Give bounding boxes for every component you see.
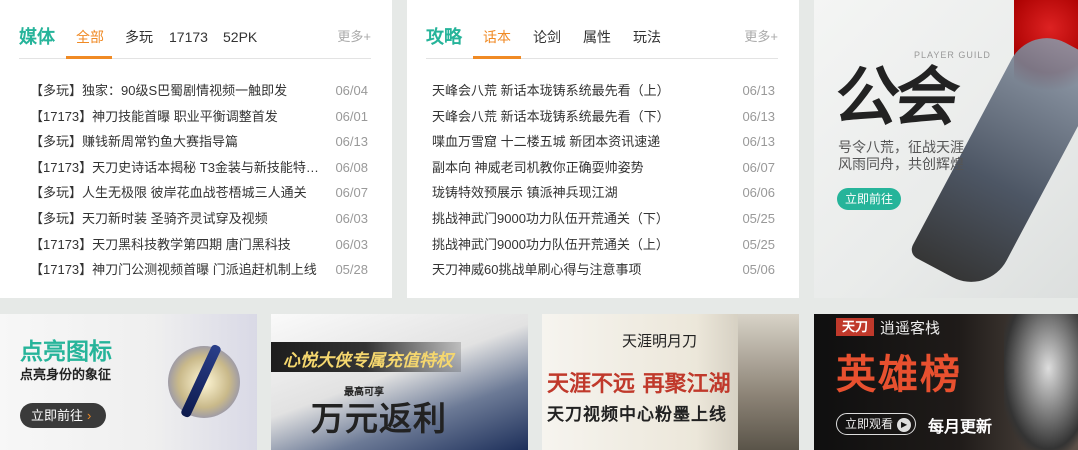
light-icon-subtitle: 点亮身份的象征 xyxy=(20,367,112,382)
guide-title: 攻略 xyxy=(426,27,462,47)
tab-attributes[interactable]: 属性 xyxy=(583,29,611,45)
media-panel: 媒体 全部 多玩 17173 52PK 更多+ 【多玩】独家：90级S巴蜀剧情视… xyxy=(0,0,392,298)
character-figure xyxy=(1004,314,1078,450)
news-title-link[interactable]: 【多玩】天刀新时装 圣骑齐灵试穿及视频 xyxy=(30,206,320,232)
watch-now-button[interactable]: 立即观看 ▶ xyxy=(836,413,916,435)
media-news-list: 【多玩】独家：90级S巴蜀剧情视频一触即发 06/04 【17173】神刀技能首曝 … xyxy=(30,78,368,283)
guild-slogan-2: 风雨同舟，共创辉煌 xyxy=(838,156,964,172)
news-title-link[interactable]: 【17173】天刀史诗话本揭秘 T3金装与新技能特… xyxy=(30,155,320,181)
list-item[interactable]: 【17173】神刀门公测视频首曝 门派追赶机制上线 05/28 xyxy=(30,257,368,283)
video-center-banner[interactable]: 天涯明月刀 天涯不远 再聚江湖 天刀视频中心粉墨上线 xyxy=(542,314,799,450)
news-date: 06/04 xyxy=(335,83,368,98)
news-date: 06/03 xyxy=(335,236,368,252)
news-title-link[interactable]: 天峰会八荒 新话本珑铸系统最先看（下） xyxy=(432,104,722,130)
tab-duowan[interactable]: 多玩 xyxy=(125,29,153,45)
play-icon: ▶ xyxy=(897,417,912,432)
tab-17173[interactable]: 17173 xyxy=(169,29,208,45)
news-title-link[interactable]: 【多玩】人生无极限 彼岸花血战苍梧城三人通关 xyxy=(30,180,320,206)
news-date: 06/08 xyxy=(335,159,368,175)
tab-all[interactable]: 全部 xyxy=(76,29,104,45)
news-date: 06/13 xyxy=(742,108,775,124)
news-date: 05/06 xyxy=(742,262,775,278)
news-date: 06/13 xyxy=(742,83,775,98)
news-date: 06/13 xyxy=(335,134,368,150)
character-figure xyxy=(738,314,799,450)
guide-more-link[interactable]: 更多+ xyxy=(744,29,778,45)
light-icon-title: 点亮图标 xyxy=(20,338,112,364)
news-date: 06/07 xyxy=(335,185,368,201)
news-title-link[interactable]: 【多玩】独家：90级S巴蜀剧情视频一触即发 xyxy=(30,78,320,104)
video-line-2: 天刀视频中心粉墨上线 xyxy=(547,405,727,425)
arrow-right-icon: › xyxy=(87,408,92,423)
active-tab-underline xyxy=(473,56,521,59)
hero-subtitle: 逍遥客栈 xyxy=(880,319,941,337)
recharge-title: 心悦大侠专属充值特权 xyxy=(283,351,453,370)
list-item[interactable]: 挑战神武门9000功力队伍开荒通关（下） 05/25 xyxy=(432,206,775,232)
recharge-big: 万元返利 xyxy=(311,399,447,438)
news-date: 05/25 xyxy=(742,236,775,252)
tab-gameplay[interactable]: 玩法 xyxy=(633,29,661,45)
monthly-update: 每月更新 xyxy=(928,419,993,436)
media-title: 媒体 xyxy=(19,27,55,47)
list-item[interactable]: 【多玩】赚钱新周常钓鱼大赛指导篇 06/13 xyxy=(30,129,368,155)
media-more-link[interactable]: 更多+ xyxy=(337,29,371,45)
news-title-link[interactable]: 【17173】天刀黑科技教学第四期 唐门黑科技 xyxy=(30,232,320,258)
guild-go-button[interactable]: 立即前往 xyxy=(837,188,901,210)
news-date: 06/06 xyxy=(742,185,775,201)
guild-tag: PLAYER GUILD xyxy=(914,50,991,60)
news-title-link[interactable]: 喋血万雪窟 十二楼五城 新团本资讯速递 xyxy=(432,129,722,155)
list-item[interactable]: 【多玩】独家：90级S巴蜀剧情视频一触即发 06/04 xyxy=(30,78,368,104)
active-tab-underline xyxy=(66,56,112,59)
guide-news-list: 天峰会八荒 新话本珑铸系统最先看（上） 06/13 天峰会八荒 新话本珑铸系统最先看… xyxy=(432,78,775,283)
news-date: 06/01 xyxy=(335,108,368,124)
news-date: 06/13 xyxy=(742,134,775,150)
list-item[interactable]: 【多玩】人生无极限 彼岸花血战苍梧城三人通关 06/07 xyxy=(30,180,368,206)
tab-52pk[interactable]: 52PK xyxy=(223,29,257,45)
hero-title: 英雄榜 xyxy=(836,351,962,398)
light-icon-banner[interactable]: 点亮图标 点亮身份的象征 立即前往 › xyxy=(0,314,257,450)
media-tabs: 媒体 全部 多玩 17173 52PK 更多+ xyxy=(19,0,371,59)
guide-tabs: 攻略 话本 论剑 属性 玩法 更多+ xyxy=(426,0,778,59)
list-item[interactable]: 【17173】天刀黑科技教学第四期 唐门黑科技 06/03 xyxy=(30,232,368,258)
list-item[interactable]: 珑铸特效预展示 镇派神兵现江湖 06/06 xyxy=(432,180,775,206)
list-item[interactable]: 挑战神武门9000功力队伍开荒通关（上） 05/25 xyxy=(432,232,775,258)
news-title-link[interactable]: 天刀神威60挑战单刷心得与注意事项 xyxy=(432,257,722,283)
news-date: 06/03 xyxy=(335,210,368,226)
news-title-link[interactable]: 挑战神武门9000功力队伍开荒通关（上） xyxy=(432,232,722,258)
guild-banner[interactable]: 公会 PLAYER GUILD 号令八荒，征战天涯 风雨同舟，共创辉煌 立即前往 xyxy=(814,0,1078,298)
news-title-link[interactable]: 【多玩】赚钱新周常钓鱼大赛指导篇 xyxy=(30,129,320,155)
video-logo: 天涯明月刀 xyxy=(622,332,698,350)
list-item[interactable]: 天峰会八荒 新话本珑铸系统最先看（上） 06/13 xyxy=(432,78,775,104)
list-item[interactable]: 喋血万雪窟 十二楼五城 新团本资讯速递 06/13 xyxy=(432,129,775,155)
tab-pvp[interactable]: 论剑 xyxy=(533,29,561,45)
news-date: 06/07 xyxy=(742,159,775,175)
hero-board-banner[interactable]: 天刀 逍遥客栈 英雄榜 立即观看 ▶ 每月更新 xyxy=(814,314,1078,450)
list-item[interactable]: 天峰会八荒 新话本珑铸系统最先看（下） 06/13 xyxy=(432,104,775,130)
list-item[interactable]: 【17173】天刀史诗话本揭秘 T3金装与新技能特… 06/08 xyxy=(30,155,368,181)
news-title-link[interactable]: 【17173】神刀门公测视频首曝 门派追赶机制上线 xyxy=(30,257,320,283)
list-item[interactable]: 天刀神威60挑战单刷心得与注意事项 05/06 xyxy=(432,257,775,283)
news-title-link[interactable]: 珑铸特效预展示 镇派神兵现江湖 xyxy=(432,180,722,206)
list-item[interactable]: 副本向 神威老司机教你正确耍帅姿势 06/07 xyxy=(432,155,775,181)
video-line-1: 天涯不远 再聚江湖 xyxy=(547,371,731,397)
recharge-banner[interactable]: 心悦大侠专属充值特权 最高可享 万元返利 xyxy=(271,314,528,450)
light-icon-go-button[interactable]: 立即前往 › xyxy=(20,403,106,428)
guide-panel: 攻略 话本 论剑 属性 玩法 更多+ 天峰会八荒 新话本珑铸系统最先看（上） 06… xyxy=(407,0,799,298)
news-date: 05/28 xyxy=(335,262,368,278)
list-item[interactable]: 【17173】神刀技能首曝 职业平衡调整首发 06/01 xyxy=(30,104,368,130)
news-date: 05/25 xyxy=(742,210,775,226)
tab-story[interactable]: 话本 xyxy=(483,29,511,45)
news-title-link[interactable]: 【17173】神刀技能首曝 职业平衡调整首发 xyxy=(30,104,320,130)
news-title-link[interactable]: 挑战神武门9000功力队伍开荒通关（下） xyxy=(432,206,722,232)
list-item[interactable]: 【多玩】天刀新时装 圣骑齐灵试穿及视频 06/03 xyxy=(30,206,368,232)
news-title-link[interactable]: 副本向 神威老司机教你正确耍帅姿势 xyxy=(432,155,722,181)
news-title-link[interactable]: 天峰会八荒 新话本珑铸系统最先看（上） xyxy=(432,78,722,104)
tiandao-logo: 天刀 xyxy=(836,318,874,336)
